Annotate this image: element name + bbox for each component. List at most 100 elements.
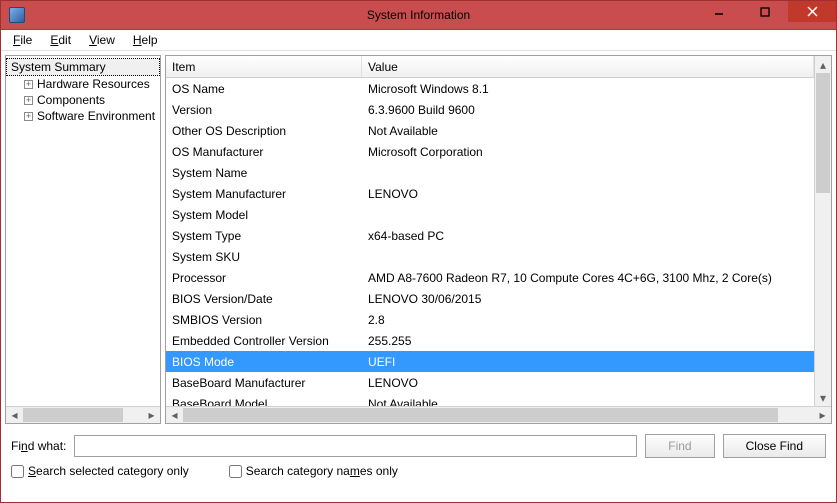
cell-value: x64-based PC [362,229,814,243]
table-row[interactable]: Embedded Controller Version255.255 [166,330,814,351]
checkbox-input[interactable] [229,465,242,478]
cell-item: BIOS Mode [166,355,362,369]
scroll-right-icon[interactable]: ▸ [814,407,831,423]
cell-item: System Model [166,208,362,222]
close-find-button[interactable]: Close Find [723,434,826,458]
list-header: Item Value [166,56,814,78]
scroll-track[interactable] [815,73,831,389]
window-controls [696,1,836,29]
table-row[interactable]: System Typex64-based PC [166,225,814,246]
cell-value: LENOVO [362,187,814,201]
cell-value: Microsoft Windows 8.1 [362,82,814,96]
cell-value: LENOVO 30/06/2015 [362,292,814,306]
cell-item: Embedded Controller Version [166,334,362,348]
find-what-input[interactable] [74,435,637,457]
close-button[interactable] [788,1,836,22]
table-row[interactable]: SMBIOS Version2.8 [166,309,814,330]
cell-item: OS Manufacturer [166,145,362,159]
table-row[interactable]: System Model [166,204,814,225]
menubar: File Edit View Help [1,30,836,51]
scroll-right-icon[interactable]: ▸ [143,407,160,423]
cell-item: Version [166,103,362,117]
cell-item: Other OS Description [166,124,362,138]
category-tree: System Summary + Hardware Resources + Co… [6,56,160,406]
search-category-names-checkbox[interactable]: Search category names only [229,464,398,478]
search-selected-category-checkbox[interactable]: Search selected category only [11,464,189,478]
cell-value: AMD A8-7600 Radeon R7, 10 Compute Cores … [362,271,814,285]
menu-help[interactable]: Help [125,31,166,49]
cell-item: System Type [166,229,362,243]
details-v-scrollbar[interactable]: ▴ ▾ [814,56,831,406]
cell-item: SMBIOS Version [166,313,362,327]
tree-label: Hardware Resources [37,77,150,91]
column-header-value[interactable]: Value [362,56,814,77]
list-body: OS NameMicrosoft Windows 8.1Version6.3.9… [166,78,814,406]
table-row[interactable]: Version6.3.9600 Build 9600 [166,99,814,120]
find-row: Find what: Find Close Find [11,434,826,458]
expand-icon[interactable]: + [24,112,33,121]
checkbox-label: Search selected category only [28,464,189,478]
table-row[interactable]: OS ManufacturerMicrosoft Corporation [166,141,814,162]
scroll-track[interactable] [183,407,814,423]
cell-item: BIOS Version/Date [166,292,362,306]
table-row[interactable]: Other OS DescriptionNot Available [166,120,814,141]
expand-icon[interactable]: + [24,80,33,89]
menu-view[interactable]: View [81,31,123,49]
minimize-button[interactable] [696,1,742,22]
cell-item: System SKU [166,250,362,264]
cell-value: Not Available [362,397,814,407]
tree-label: Software Environment [37,109,155,123]
table-row[interactable]: BIOS Version/DateLENOVO 30/06/2015 [166,288,814,309]
tree-root-system-summary[interactable]: System Summary [6,58,160,76]
scroll-thumb[interactable] [23,408,123,422]
cell-value: Not Available [362,124,814,138]
tree-node-hardware-resources[interactable]: + Hardware Resources [6,76,160,92]
table-row[interactable]: BIOS ModeUEFI [166,351,814,372]
scroll-up-icon[interactable]: ▴ [815,56,831,73]
details-h-scrollbar[interactable]: ◂ ▸ [166,406,831,423]
checkbox-label: Search category names only [246,464,398,478]
tree-node-software-environment[interactable]: + Software Environment [6,108,160,124]
tree-h-scrollbar[interactable]: ◂ ▸ [6,406,160,423]
details-panel: Item Value OS NameMicrosoft Windows 8.1V… [165,55,832,424]
content-area: System Summary + Hardware Resources + Co… [1,51,836,428]
table-row[interactable]: BaseBoard ModelNot Available [166,393,814,406]
cell-value: UEFI [362,355,814,369]
table-row[interactable]: OS NameMicrosoft Windows 8.1 [166,78,814,99]
table-row[interactable]: ProcessorAMD A8-7600 Radeon R7, 10 Compu… [166,267,814,288]
menu-file[interactable]: File [5,31,40,49]
titlebar: System Information [1,1,836,30]
cell-item: System Manufacturer [166,187,362,201]
column-header-item[interactable]: Item [166,56,362,77]
menu-edit[interactable]: Edit [42,31,79,49]
cell-value: 2.8 [362,313,814,327]
find-button[interactable]: Find [645,434,714,458]
maximize-icon [760,7,770,17]
table-row[interactable]: System SKU [166,246,814,267]
expand-icon[interactable]: + [24,96,33,105]
footer: Find what: Find Close Find Search select… [1,428,836,486]
cell-value: 6.3.9600 Build 9600 [362,103,814,117]
cell-item: Processor [166,271,362,285]
cell-value: LENOVO [362,376,814,390]
scroll-left-icon[interactable]: ◂ [6,407,23,423]
tree-node-components[interactable]: + Components [6,92,160,108]
cell-item: BaseBoard Manufacturer [166,376,362,390]
cell-value: Microsoft Corporation [362,145,814,159]
table-row[interactable]: System ManufacturerLENOVO [166,183,814,204]
app-icon [9,7,25,23]
scroll-thumb[interactable] [816,73,830,193]
tree-panel: System Summary + Hardware Resources + Co… [5,55,161,424]
cell-item: BaseBoard Model [166,397,362,407]
tree-label: Components [37,93,105,107]
maximize-button[interactable] [742,1,788,22]
close-icon [807,6,818,17]
scroll-thumb[interactable] [183,408,778,422]
table-row[interactable]: System Name [166,162,814,183]
checkbox-input[interactable] [11,465,24,478]
table-row[interactable]: BaseBoard ManufacturerLENOVO [166,372,814,393]
scroll-left-icon[interactable]: ◂ [166,407,183,423]
minimize-icon [714,7,724,17]
scroll-track[interactable] [23,407,143,423]
scroll-down-icon[interactable]: ▾ [815,389,831,406]
